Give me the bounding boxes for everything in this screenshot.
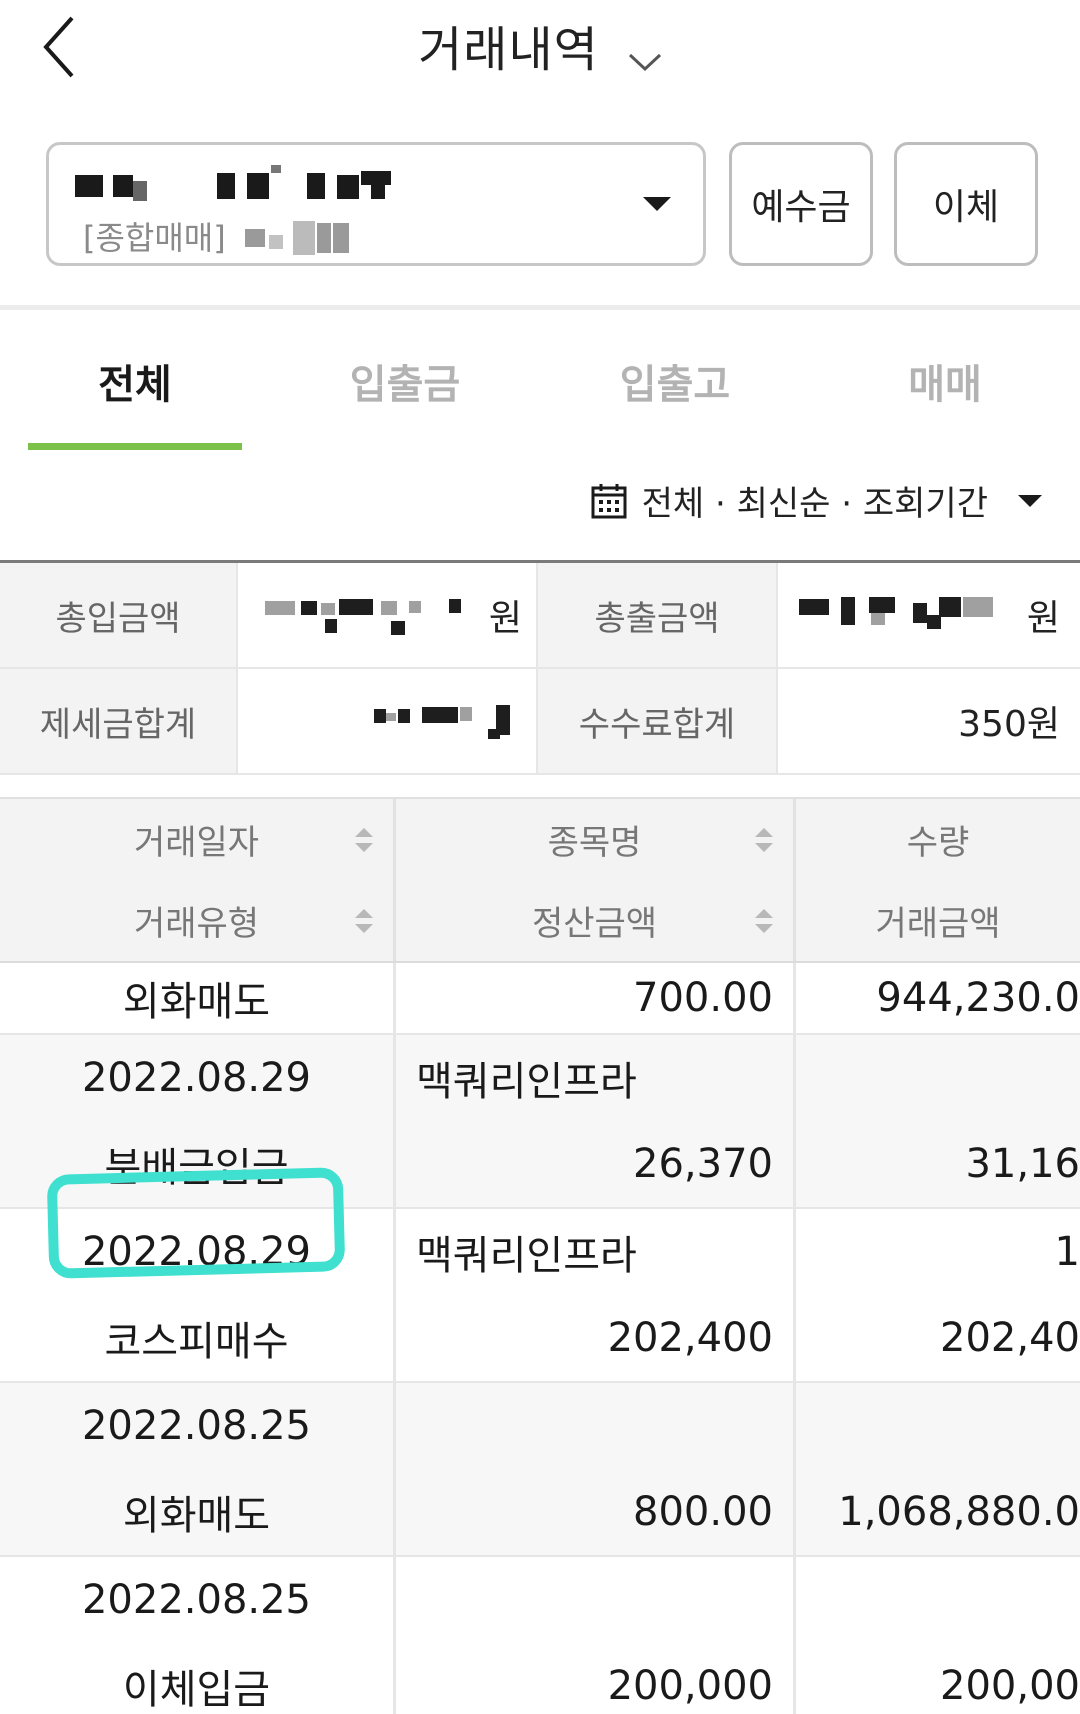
filter-row: 전체 · 최신순 · 조회기간 xyxy=(0,450,1080,560)
header-label: 거래유형 xyxy=(133,904,260,944)
table-row[interactable]: 2022.08.25 외화매도 800.00 1,068,880.0 xyxy=(0,1383,1080,1557)
item-name xyxy=(396,1557,793,1643)
total-fee-value: 350원 xyxy=(958,704,1060,745)
trade-amount: 200,00 xyxy=(940,1663,1080,1709)
transfer-button[interactable]: 이체 xyxy=(894,142,1038,266)
transaction-table: 거래일자 거래유형 종목명 정산금액 수량 거래금액 외화매도 700.00 9… xyxy=(0,797,1080,1714)
transaction-type: 이체입금 xyxy=(122,1667,271,1713)
account-select[interactable]: [종합매매] xyxy=(46,142,706,266)
sort-icon xyxy=(355,908,373,933)
total-deposit-label: 총입금액 xyxy=(0,563,238,667)
table-row[interactable]: 2022.08.25 이체입금 200,000 200,00 xyxy=(0,1557,1080,1714)
trade-amount: 1,068,880.0 xyxy=(838,1489,1080,1535)
sort-icon xyxy=(755,827,773,852)
tab-trade[interactable]: 매매 xyxy=(810,310,1080,450)
redacted-amount xyxy=(274,697,514,745)
account-owner-redacted xyxy=(245,217,365,257)
header-label: 수량 xyxy=(906,823,970,863)
sort-icon xyxy=(355,827,373,852)
amount-header: 거래금액 xyxy=(796,880,1080,961)
transaction-date: 2022.08.29 xyxy=(81,1229,312,1275)
redacted-amount xyxy=(779,591,1019,639)
total-deposit-value: 원 xyxy=(238,563,538,667)
tab-deposit-withdraw[interactable]: 입출금 xyxy=(270,310,540,450)
total-tax-label: 제세금합계 xyxy=(0,669,238,773)
item-name: 맥쿼리인프라 xyxy=(416,1233,637,1279)
title-dropdown[interactable]: 거래내역 xyxy=(0,10,1080,80)
transaction-date: 2022.08.25 xyxy=(81,1403,312,1449)
total-withdraw-label: 총출금액 xyxy=(538,563,778,667)
trade-amount: 944,230.0 xyxy=(876,975,1080,1021)
trade-amount: 202,40 xyxy=(940,1315,1080,1361)
table-row[interactable]: 2022.08.29 코스피매수 맥쿼리인프라 202,400 1 202,40 xyxy=(0,1209,1080,1383)
filter-dropdown[interactable]: 전체 · 최신순 · 조회기간 xyxy=(590,476,1042,525)
currency-unit: 원 xyxy=(1026,598,1060,639)
transaction-type: 코스피매수 xyxy=(104,1319,289,1365)
table-header: 거래일자 거래유형 종목명 정산금액 수량 거래금액 xyxy=(0,799,1080,963)
header-column: 종목명 정산금액 xyxy=(396,799,796,961)
header-label: 거래일자 xyxy=(133,823,260,863)
summary-table: 총입금액 원 총출금액 원 제세금합계 수수료합계 350원 xyxy=(0,560,1080,775)
tab-bar: 전체 입출금 입출고 매매 xyxy=(0,310,1080,450)
tab-all[interactable]: 전체 xyxy=(0,310,270,450)
transaction-date: 2022.08.29 xyxy=(81,1055,312,1101)
transaction-type: 외화매도 xyxy=(122,1493,271,1539)
transaction-type: 분배금입금 xyxy=(104,1145,289,1191)
total-fee-label: 수수료합계 xyxy=(538,669,778,773)
trade-amount: 31,16 xyxy=(965,1141,1080,1187)
table-body: 외화매도 700.00 944,230.0 2022.08.29 분배금입금 맥… xyxy=(0,963,1080,1714)
currency-unit: 원 xyxy=(488,598,522,639)
table-row[interactable]: 외화매도 700.00 944,230.0 xyxy=(0,963,1080,1035)
header-label: 거래금액 xyxy=(875,904,1001,944)
summary-row: 총입금액 원 총출금액 원 xyxy=(0,563,1080,669)
header-column: 수량 거래금액 xyxy=(796,799,1080,961)
total-withdraw-value: 원 xyxy=(778,563,1078,667)
transaction-type: 외화매도 xyxy=(122,979,271,1025)
header-column: 거래일자 거래유형 xyxy=(0,799,396,961)
caret-down-icon xyxy=(1018,494,1042,507)
settlement-amount: 700.00 xyxy=(633,975,773,1021)
account-type-label: [종합매매] xyxy=(83,219,226,257)
account-number-redacted xyxy=(75,165,415,209)
sort-name-header[interactable]: 종목명 xyxy=(396,799,793,880)
sort-settle-header[interactable]: 정산금액 xyxy=(396,880,793,961)
quantity xyxy=(796,1035,1080,1121)
chevron-down-icon xyxy=(628,53,661,71)
deposit-balance-button[interactable]: 예수금 xyxy=(729,142,873,266)
settlement-amount: 26,370 xyxy=(633,1141,773,1187)
quantity: 1 xyxy=(1054,1229,1080,1275)
settlement-amount: 800.00 xyxy=(633,1489,773,1535)
tab-stock-transfer[interactable]: 입출고 xyxy=(540,310,810,450)
summary-row: 제세금합계 수수료합계 350원 xyxy=(0,669,1080,775)
sort-type-header[interactable]: 거래유형 xyxy=(0,880,393,961)
quantity xyxy=(796,1383,1080,1469)
calendar-icon xyxy=(591,483,627,518)
table-row[interactable]: 2022.08.29 분배금입금 맥쿼리인프라 26,370 31,16 xyxy=(0,1035,1080,1209)
item-name xyxy=(396,1383,793,1469)
page-title: 거래내역 xyxy=(418,22,599,78)
settlement-amount: 200,000 xyxy=(607,1663,773,1709)
top-bar: 거래내역 xyxy=(0,0,1080,110)
header-label: 정산금액 xyxy=(531,904,658,944)
settlement-amount: 202,400 xyxy=(607,1315,773,1361)
sort-icon xyxy=(755,908,773,933)
caret-down-icon xyxy=(643,197,671,211)
total-tax-value xyxy=(238,669,538,773)
qty-header: 수량 xyxy=(796,799,1080,880)
transaction-history-screen: 거래내역 [종합매매] 예수금 이체 전체 입출금 입출고 매매 전체 · 최신… xyxy=(0,0,1080,1714)
quantity xyxy=(796,1557,1080,1643)
transaction-date: 2022.08.25 xyxy=(81,1577,312,1623)
header-label: 종목명 xyxy=(547,823,642,863)
item-name: 맥쿼리인프라 xyxy=(416,1059,637,1105)
redacted-amount xyxy=(241,591,481,639)
filter-label: 전체 · 최신순 · 조회기간 xyxy=(641,484,988,524)
account-row: [종합매매] 예수금 이체 xyxy=(0,110,1080,305)
sort-date-header[interactable]: 거래일자 xyxy=(0,799,393,880)
